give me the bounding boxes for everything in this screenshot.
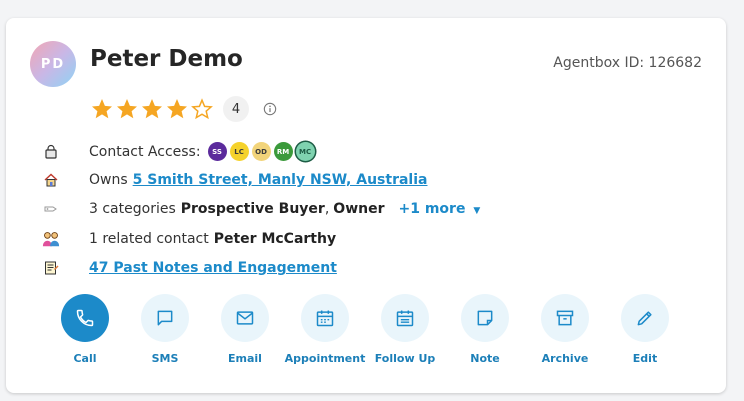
access-chips: SS LC OD RM MC (207, 142, 318, 161)
sms-label: SMS (151, 352, 179, 365)
chat-icon (141, 294, 189, 342)
email-label: Email (228, 352, 262, 365)
related-contact-name[interactable]: Peter McCarthy (214, 231, 336, 247)
edit-label: Edit (632, 352, 658, 365)
user-chip[interactable]: RM (273, 142, 293, 161)
archive-icon (541, 294, 589, 342)
avatar: PD (30, 41, 76, 87)
archive-button[interactable]: Archive (525, 294, 605, 365)
category-owner: Owner (333, 201, 385, 217)
user-chip[interactable]: OD (251, 142, 271, 161)
category-separator: , (324, 201, 330, 217)
categories-prefix: 3 categories (89, 201, 176, 217)
follow-up-button[interactable]: Follow Up (365, 294, 445, 365)
calendar-list-icon (381, 294, 429, 342)
house-icon (42, 171, 60, 189)
agentbox-id: Agentbox ID: 126682 (553, 55, 702, 71)
note-label: Note (470, 352, 500, 365)
owns-prefix: Owns (89, 172, 128, 188)
contact-access-row: Contact Access: SS LC OD RM MC (42, 142, 318, 161)
note-button[interactable]: Note (445, 294, 525, 365)
mail-icon (221, 294, 269, 342)
contact-access-label: Contact Access: (89, 143, 201, 160)
sticky-note-icon (461, 294, 509, 342)
contact-card: PD Peter Demo Agentbox ID: 126682 4 Cont… (6, 18, 726, 393)
user-chip[interactable]: SS (207, 142, 227, 161)
property-link[interactable]: 5 Smith Street, Manly NSW, Australia (133, 172, 428, 188)
contact-name: Peter Demo (90, 46, 243, 72)
appointment-button[interactable]: Appointment (285, 294, 365, 365)
star-rating[interactable]: 4 (90, 96, 277, 122)
appointment-label: Appointment (284, 352, 366, 365)
star-filled-icon[interactable] (90, 97, 114, 121)
star-empty-icon[interactable] (190, 97, 214, 121)
sms-button[interactable]: SMS (125, 294, 205, 365)
category-prospective-buyer: Prospective Buyer (180, 201, 325, 217)
past-notes-link[interactable]: 47 Past Notes and Engagement (89, 260, 337, 276)
related-row: 1 related contact Peter McCarthy (42, 230, 336, 248)
email-button[interactable]: Email (205, 294, 285, 365)
star-filled-icon[interactable] (165, 97, 189, 121)
phone-icon (61, 294, 109, 342)
notes-row: 47 Past Notes and Engagement (42, 259, 337, 277)
notepad-icon (42, 259, 60, 277)
related-prefix: 1 related contact (89, 231, 209, 247)
action-bar: Call SMS Email Appointment Follow Up Not… (45, 294, 685, 365)
more-categories-label: +1 more (398, 201, 466, 217)
edit-button[interactable]: Edit (605, 294, 685, 365)
caret-down-icon: ▼ (473, 206, 481, 216)
info-icon[interactable] (263, 102, 277, 116)
more-categories-button[interactable]: +1 more ▼ (399, 201, 481, 217)
user-chip[interactable]: MC (295, 142, 315, 161)
call-label: Call (73, 352, 97, 365)
owns-row: Owns 5 Smith Street, Manly NSW, Australi… (42, 171, 427, 189)
call-button[interactable]: Call (45, 294, 125, 365)
star-filled-icon[interactable] (115, 97, 139, 121)
archive-label: Archive (541, 352, 589, 365)
star-filled-icon[interactable] (140, 97, 164, 121)
tag-icon (42, 200, 60, 218)
user-chip[interactable]: LC (229, 142, 249, 161)
rating-count: 4 (223, 96, 249, 122)
follow-up-label: Follow Up (374, 352, 436, 365)
calendar-icon (301, 294, 349, 342)
pencil-icon (621, 294, 669, 342)
categories-row: 3 categories Prospective Buyer , Owner +… (42, 200, 480, 218)
people-icon (42, 230, 60, 248)
lock-icon (42, 143, 60, 161)
